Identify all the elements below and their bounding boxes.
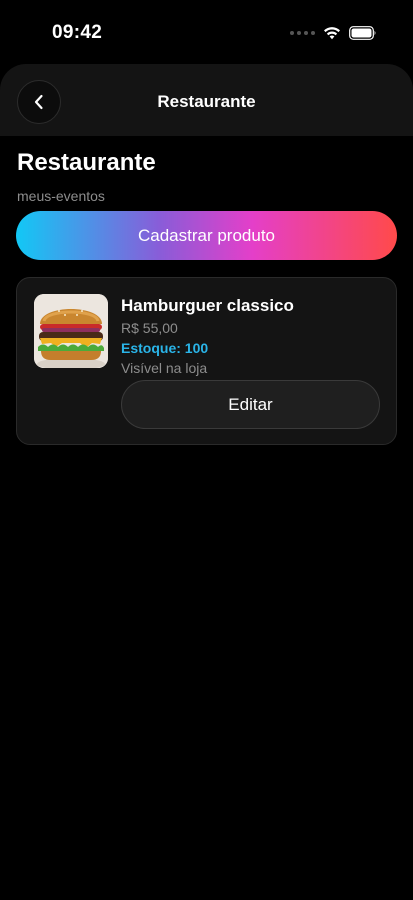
nav-bar: Restaurante (0, 64, 413, 136)
page-subtitle: meus-eventos (17, 188, 105, 204)
edit-product-button[interactable]: Editar (121, 380, 380, 429)
status-time: 09:42 (52, 22, 103, 43)
product-stock: Estoque: 100 (121, 340, 209, 356)
wifi-icon (324, 27, 340, 40)
product-price: R$ 55,00 (121, 320, 178, 336)
burger-icon (34, 294, 108, 368)
status-icons (290, 26, 377, 40)
product-visibility-status: Visível na loja (121, 360, 208, 376)
page-title: Restaurante (17, 149, 156, 176)
product-card: Hamburguer classico R$ 55,00 Estoque: 10… (16, 277, 397, 445)
status-bar: 09:42 (0, 0, 413, 64)
cellular-signal-icon (290, 31, 315, 35)
create-product-button[interactable]: Cadastrar produto (16, 211, 397, 260)
product-name: Hamburguer classico (121, 296, 294, 315)
battery-icon (349, 26, 376, 40)
nav-title: Restaurante (157, 92, 256, 111)
product-image (34, 294, 108, 368)
